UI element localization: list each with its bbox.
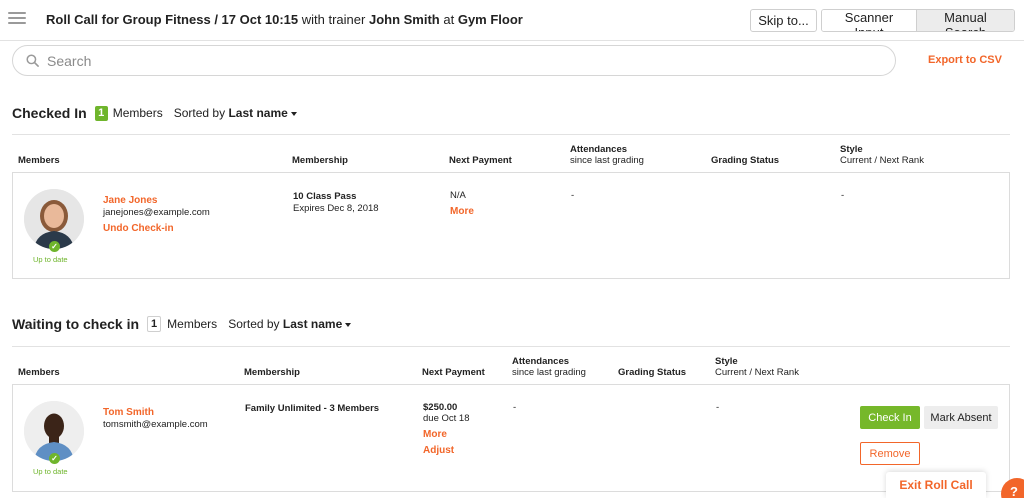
check-in-button[interactable]: Check In — [860, 406, 920, 429]
divider — [12, 346, 1010, 347]
attendances-value: - — [513, 402, 517, 413]
search-input[interactable] — [47, 50, 877, 72]
remove-button[interactable]: Remove — [860, 442, 920, 465]
exit-roll-call-button[interactable]: Exit Roll Call — [886, 472, 986, 498]
chevron-down-icon — [290, 111, 297, 116]
style-value: - — [841, 190, 845, 201]
page-title: Roll Call for Group Fitness / 17 Oct 10:… — [46, 12, 523, 27]
sort-prefix: Sorted by — [228, 317, 280, 331]
col-style-title: Style — [715, 356, 738, 367]
export-csv-link[interactable]: Export to CSV — [928, 54, 1002, 66]
member-email: janejones@example.com — [103, 207, 210, 218]
membership-expiry: Expires Dec 8, 2018 — [293, 203, 379, 214]
table-row: ✓ Up to date Jane Jones janejones@exampl… — [12, 172, 1010, 279]
avatar — [24, 401, 84, 461]
search-icon — [26, 54, 39, 67]
check-icon: ✓ — [49, 241, 60, 252]
title-with-text: with trainer — [301, 12, 366, 27]
mark-absent-button[interactable]: Mark Absent — [924, 406, 998, 429]
manual-search-button[interactable]: Manual Search — [917, 10, 1014, 31]
col-next-payment: Next Payment — [422, 367, 485, 378]
col-membership: Membership — [292, 155, 348, 166]
payment-adjust-link[interactable]: Adjust — [423, 445, 454, 456]
membership-name: Family Unlimited - 3 Members — [245, 403, 380, 414]
status-label: Up to date — [33, 255, 68, 264]
avatar — [24, 189, 84, 249]
col-grading-status: Grading Status — [711, 155, 780, 166]
col-attendances: Attendances since last grading — [570, 144, 644, 166]
top-bar: Roll Call for Group Fitness / 17 Oct 10:… — [0, 0, 1024, 41]
sort-value: Last name — [282, 317, 343, 331]
status-label: Up to date — [33, 467, 68, 476]
checked-in-header: Checked In 1 Members Sorted by Last name — [12, 105, 297, 121]
waiting-header: Waiting to check in 1 Members Sorted by … — [12, 316, 352, 332]
location-name: Gym Floor — [457, 12, 523, 27]
waiting-title: Waiting to check in — [12, 316, 140, 332]
class-date: / 17 Oct 10:15 — [214, 12, 299, 27]
col-attendances-sub: since last grading — [512, 367, 586, 378]
col-attendances-sub: since last grading — [570, 155, 644, 166]
col-attendances-title: Attendances — [570, 144, 628, 155]
sort-prefix: Sorted by — [173, 106, 226, 120]
member-name-link[interactable]: Tom Smith — [103, 407, 154, 418]
col-members: Members — [18, 155, 60, 166]
next-payment-value: N/A — [450, 190, 466, 201]
style-value: - — [716, 402, 720, 413]
waiting-members-label: Members — [167, 317, 218, 331]
search-bar — [12, 45, 896, 76]
payment-more-link[interactable]: More — [423, 429, 447, 440]
checked-in-sort-dropdown[interactable]: Sorted by Last name — [174, 106, 297, 120]
checked-in-count-badge: 1 — [94, 105, 108, 121]
sort-value: Last name — [228, 106, 288, 120]
attendances-value: - — [571, 190, 575, 201]
col-grading-status: Grading Status — [618, 367, 687, 378]
undo-checkin-link[interactable]: Undo Check-in — [103, 223, 174, 234]
col-style: Style Current / Next Rank — [715, 356, 799, 378]
input-mode-toggle: Scanner Input Manual Search — [821, 9, 1015, 32]
check-icon: ✓ — [49, 453, 60, 464]
col-membership: Membership — [244, 367, 300, 378]
trainer-name: John Smith — [368, 12, 440, 27]
member-email: tomsmith@example.com — [103, 419, 208, 430]
payment-due: due Oct 18 — [423, 413, 470, 424]
col-attendances-title: Attendances — [512, 356, 570, 367]
table-row: ✓ Up to date Tom Smith tomsmith@example.… — [12, 384, 1010, 492]
col-next-payment: Next Payment — [449, 155, 512, 166]
member-name-link[interactable]: Jane Jones — [103, 195, 157, 206]
waiting-count-badge: 1 — [147, 316, 162, 332]
divider — [12, 134, 1010, 135]
col-style-title: Style — [840, 144, 863, 155]
scanner-input-button[interactable]: Scanner Input — [822, 10, 917, 31]
title-at-text: at — [443, 12, 455, 27]
checked-in-title: Checked In — [12, 105, 87, 121]
col-members: Members — [18, 367, 60, 378]
class-name: Roll Call for Group Fitness — [46, 12, 211, 27]
chevron-down-icon — [345, 322, 352, 327]
checked-in-members-label: Members — [112, 106, 163, 120]
membership-name: 10 Class Pass — [293, 191, 357, 202]
col-style-sub: Current / Next Rank — [840, 155, 924, 166]
skip-to-button[interactable]: Skip to... — [750, 9, 817, 32]
payment-more-link[interactable]: More — [450, 206, 474, 217]
waiting-sort-dropdown[interactable]: Sorted by Last name — [228, 317, 352, 331]
col-style: Style Current / Next Rank — [840, 144, 924, 166]
hamburger-icon[interactable] — [8, 12, 26, 28]
payment-amount: $250.00 — [423, 402, 458, 413]
col-style-sub: Current / Next Rank — [715, 367, 799, 378]
col-attendances: Attendances since last grading — [512, 356, 586, 378]
